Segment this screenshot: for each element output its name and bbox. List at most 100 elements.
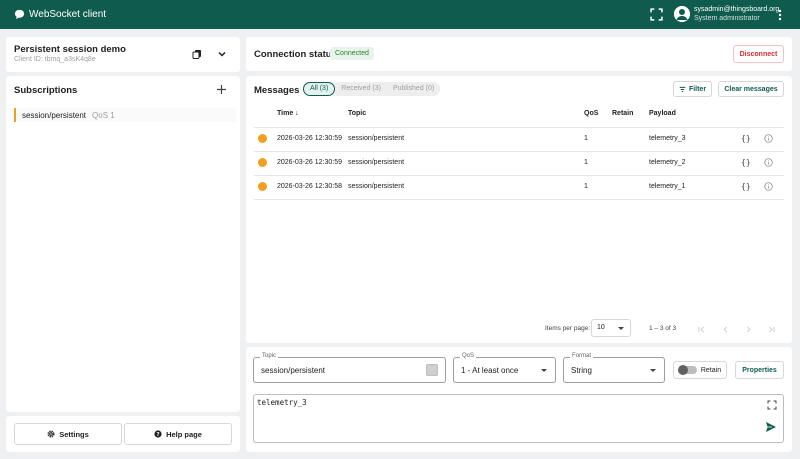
help-page-button[interactable]: ? Help page [124, 423, 232, 445]
items-per-page-select[interactable]: 10 [591, 319, 631, 337]
subscription-item[interactable]: session/persistent QoS 1 [14, 108, 236, 122]
connection-card: Persistent session demo Client ID: tbmq_… [6, 37, 240, 72]
retain-label: Retain [700, 366, 722, 374]
app-title: WebSocket client [14, 9, 106, 20]
table-row[interactable]: 2026-03-26 12:30:59 session/persistent 1… [246, 128, 792, 151]
publish-panel: Topic session/persistent QoS 1 - At leas… [246, 347, 792, 452]
top-bar: WebSocket client sysadmin@thingsboard.or… [0, 0, 800, 29]
row-time: 2026-03-26 12:30:59 [277, 159, 342, 166]
qos-select-label: QoS [460, 353, 477, 359]
column-header-time[interactable]: Time ↓ [277, 110, 299, 117]
filter-button[interactable]: Filter [673, 81, 712, 97]
connection-status-label: Connection status [254, 49, 337, 60]
row-time: 2026-03-26 12:30:58 [277, 183, 342, 190]
json-view-icon[interactable]: {} [741, 158, 751, 167]
fullscreen-icon[interactable] [650, 8, 663, 21]
info-icon[interactable] [764, 134, 773, 143]
items-per-page-value: 10 [597, 324, 605, 331]
filter-icon [679, 86, 686, 92]
chat-bubble-icon [14, 9, 25, 20]
connection-status-bar: Connection status Connected Disconnect [246, 37, 792, 71]
properties-button[interactable]: Properties [735, 361, 784, 379]
received-message-icon [258, 134, 267, 143]
svg-text:?: ? [156, 432, 159, 438]
topic-field-value: session/persistent [261, 366, 326, 375]
subscription-qos: QoS 1 [92, 110, 115, 120]
topic-field[interactable]: Topic session/persistent [253, 353, 446, 383]
settings-label: Settings [59, 429, 89, 439]
row-qos: 1 [584, 159, 588, 166]
add-subscription-icon[interactable] [216, 84, 227, 95]
payload-text: telemetry_3 [257, 398, 307, 407]
row-qos: 1 [584, 183, 588, 190]
app-title-text: WebSocket client [29, 9, 107, 20]
format-select[interactable]: Format String [563, 353, 665, 383]
disconnect-button[interactable]: Disconnect [733, 45, 784, 63]
next-page-icon[interactable] [745, 326, 752, 333]
payload-editor[interactable]: telemetry_3 [253, 394, 784, 443]
send-icon[interactable] [765, 421, 777, 433]
left-footer: Settings ? Help page [6, 416, 240, 452]
status-badge: Connected [330, 47, 374, 60]
caret-down-icon [650, 369, 656, 372]
help-icon: ? [154, 430, 162, 438]
format-select-label: Format [570, 353, 594, 359]
filter-label: Filter [688, 85, 707, 93]
table-row[interactable]: 2026-03-26 12:30:59 session/persistent 1… [246, 152, 792, 175]
client-id: Client ID: tbmq_a3sK4q8e [14, 56, 96, 63]
row-topic: session/persistent [348, 183, 405, 190]
messages-title: Messages [254, 85, 300, 96]
subscriptions-title: Subscriptions [14, 85, 78, 96]
row-divider [254, 199, 784, 200]
tab-published[interactable]: Published (0) [387, 82, 440, 96]
color-picker-swatch[interactable] [426, 364, 438, 376]
received-message-icon [258, 158, 267, 167]
row-topic: session/persistent [348, 159, 405, 166]
topic-field-label: Topic [260, 353, 279, 359]
json-view-icon[interactable]: {} [741, 134, 751, 143]
json-view-icon[interactable]: {} [741, 182, 751, 191]
row-payload: telemetry_3 [649, 135, 686, 142]
subscription-topic: session/persistent [22, 110, 87, 120]
tab-all[interactable]: All (3) [303, 82, 336, 96]
first-page-icon[interactable] [698, 326, 705, 333]
last-page-icon[interactable] [768, 326, 775, 333]
info-icon[interactable] [764, 158, 773, 167]
received-message-icon [258, 182, 267, 191]
avatar[interactable] [674, 6, 690, 22]
account-icon [674, 6, 690, 22]
previous-page-icon[interactable] [722, 326, 729, 333]
column-header-topic: Topic [348, 110, 367, 117]
user-email: sysadmin@thingsboard.org [694, 6, 780, 13]
user-role: System administrator [694, 15, 760, 22]
column-header-qos: QoS [584, 110, 599, 117]
qos-select-value: 1 - At least once [461, 366, 519, 375]
column-header-payload: Payload [649, 110, 676, 117]
table-row[interactable]: 2026-03-26 12:30:58 session/persistent 1… [246, 176, 792, 199]
qos-select[interactable]: QoS 1 - At least once [453, 353, 556, 383]
row-qos: 1 [584, 135, 588, 142]
row-payload: telemetry_2 [649, 159, 686, 166]
items-per-page-label: Items per page: [545, 325, 591, 332]
clear-messages-button[interactable]: Clear messages [718, 81, 784, 97]
tab-received[interactable]: Received (3) [335, 82, 387, 96]
toggle-switch [677, 365, 697, 375]
row-payload: telemetry_1 [649, 183, 686, 190]
row-time: 2026-03-26 12:30:59 [277, 135, 342, 142]
settings-button[interactable]: Settings [14, 423, 122, 445]
column-header-retain: Retain [612, 110, 634, 117]
fullscreen-icon[interactable] [767, 400, 777, 410]
more-vert-icon[interactable] [776, 8, 784, 22]
caret-down-icon [541, 369, 547, 372]
caret-down-icon [618, 327, 624, 330]
copy-icon[interactable] [192, 49, 202, 59]
messages-panel: Messages All (3) Received (3) Published … [246, 76, 792, 343]
subscriptions-panel: Subscriptions session/persistent QoS 1 [6, 76, 240, 412]
user-info[interactable]: sysadmin@thingsboard.org System administ… [694, 5, 779, 23]
retain-toggle[interactable]: Retain [673, 361, 727, 379]
chevron-down-icon[interactable] [217, 49, 227, 59]
gear-icon [47, 430, 55, 438]
info-icon[interactable] [764, 182, 773, 191]
format-select-value: String [571, 366, 592, 375]
page-range: 1 – 3 of 3 [649, 325, 677, 332]
